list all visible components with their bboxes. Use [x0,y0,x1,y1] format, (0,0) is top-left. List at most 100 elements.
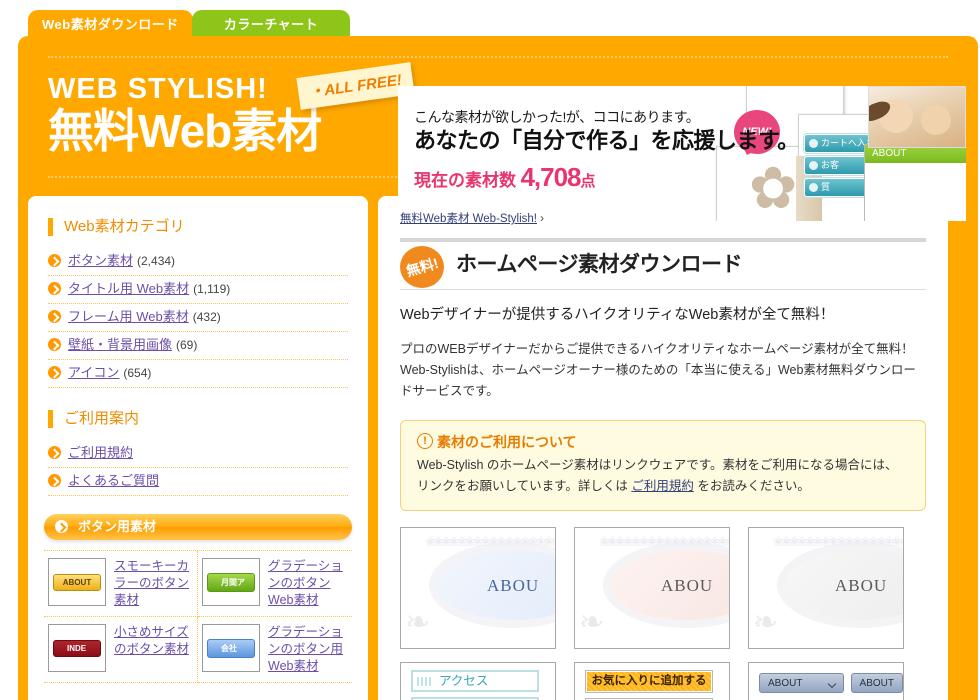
sidebar-item-frames[interactable]: フレーム用 Web素材 (432) [48,304,348,332]
sidebar-button-grid: ABOUT スモーキーカラーのボタン素材 月間ア グラデーションのボタンWeb素… [44,550,352,683]
sidebar-item-wallpapers[interactable]: 壁紙・背景用画像 (69) [48,332,348,360]
sidebar-item-titles[interactable]: タイトル用 Web素材 (1,119) [48,276,348,304]
sidebar-item-count: (432) [192,310,221,324]
sidebar-section-buttons[interactable]: ボタン用素材 [44,514,352,540]
list-item[interactable]: ABOUT スモーキーカラーのボタン素材 [44,551,198,617]
notice-heading-label: 素材のご利用について [437,434,577,450]
main-content: 無料Web素材 Web-Stylish! › 無料! ホームページ素材ダウンロー… [378,196,948,700]
list-item-label[interactable]: 小さめサイズのボタン素材 [114,624,193,658]
free-badge-label: 無料! [404,254,440,280]
list-item[interactable]: 月間ア グラデーションのボタンWeb素材 [198,551,352,617]
material-card[interactable]: ❀❀❀❀❀❀❀❀❀❀❀❀❀❀❀❀❀❀ ❧ ABOU アクセス [400,527,556,700]
cherub-photo [868,86,966,148]
lace-pattern: ❀❀❀❀❀❀❀❀❀❀❀❀❀❀❀❀❀❀ [773,534,904,549]
sidebar-item-label[interactable]: ご利用規約 [68,445,133,460]
thumbnail: 会社 [202,624,260,672]
sidebar-item-icons[interactable]: アイコン (654) [48,360,348,388]
about-button-wide: ABOUT [759,673,844,693]
sidebar-item-count: (654) [123,366,152,380]
arrow-icon [48,338,61,351]
arrow-icon [48,366,61,379]
material-card-grid: ❀❀❀❀❀❀❀❀❀❀❀❀❀❀❀❀❀❀ ❧ ABOU アクセス ❀❀❀❀❀❀❀❀❀… [400,527,926,700]
about-button-row: ABOUT ABOUT [759,670,903,693]
sidebar-heading-guide: ご利用案内 [48,410,368,428]
count-label: 現在の素材数 [414,171,516,190]
list-item[interactable]: INDE 小さめサイズのボタン素材 [44,617,198,683]
swirl-decoration: ❧ [579,606,605,639]
page-root: Web素材ダウンロード カラーチャート WEB STYLISH! 無料Web素材… [0,0,980,700]
sample-button-yellow: ABOUT [53,573,101,591]
sidebar-item-label[interactable]: アイコン [68,365,119,380]
sidebar: Web素材カテゴリ ボタン素材 (2,434) タイトル用 Web素材 (1,119… [28,196,368,700]
material-preview-small[interactable]: お気に入りに追加する [574,662,730,700]
material-preview-large[interactable]: ❀❀❀❀❀❀❀❀❀❀❀❀❀❀❀❀❀❀ ❧ ABOU [748,527,904,649]
list-item-label[interactable]: グラデーションのボタンWeb素材 [268,558,348,609]
thumbnail: INDE [48,624,106,672]
sidebar-item-count: (69) [176,338,198,352]
breadcrumb-link[interactable]: 無料Web素材 Web-Stylish! [400,213,537,225]
swirl-decoration: ❧ [753,606,779,639]
lace-pattern: ❀❀❀❀❀❀❀❀❀❀❀❀❀❀❀❀❀❀ [599,534,730,549]
favorite-button: お気に入りに追加する [585,670,713,693]
sidebar-item-label[interactable]: フレーム用 Web素材 [68,309,189,324]
material-card[interactable]: ❀❀❀❀❀❀❀❀❀❀❀❀❀❀❀❀❀❀ ❧ ABOU ABOUT ABOUT [748,527,904,700]
sidebar-guide-list: ご利用規約 よくあるご質問 [48,440,348,496]
material-card[interactable]: ❀❀❀❀❀❀❀❀❀❀❀❀❀❀❀❀❀❀ ❧ ABOU お気に入りに追加する [574,527,730,700]
sidebar-item-label[interactable]: タイトル用 Web素材 [68,281,189,296]
art-about-card: ABOUT [864,144,966,221]
notice-box: 素材のご利用について Web-Stylish のホームページ素材はリンクウェアで… [400,420,926,511]
oval-label: ABOU [487,576,540,595]
arrow-icon [55,520,68,533]
thumbnail: 月間ア [202,558,260,606]
sidebar-item-label[interactable]: ボタン素材 [68,253,133,268]
arrow-icon [48,310,61,323]
lead-text: Webデザイナーが提供するハイクオリティなWeb素材が全て無料！ [400,307,835,323]
tab-bar: Web素材ダウンロード カラーチャート [0,0,980,40]
list-item-label[interactable]: グラデーションのボタン用Web素材 [268,624,348,675]
material-preview-large[interactable]: ❀❀❀❀❀❀❀❀❀❀❀❀❀❀❀❀❀❀ ❧ ABOU [400,527,556,649]
oval-label: ABOU [661,576,714,595]
lace-pattern: ❀❀❀❀❀❀❀❀❀❀❀❀❀❀❀❀❀❀ [425,534,556,549]
sidebar-category-list: ボタン素材 (2,434) タイトル用 Web素材 (1,119) フレーム用 We… [48,248,348,388]
sample-button-blue: 会社 [207,638,255,658]
hero-line-2: あなたの「自分で作る」を応援します。 [414,128,799,153]
sidebar-item-label[interactable]: よくあるご質問 [68,473,159,488]
sample-button-red: INDE [53,639,101,657]
material-preview-small[interactable]: アクセス [400,662,556,700]
sidebar-item-label[interactable]: 壁紙・背景用画像 [68,337,172,352]
page-heading-wrap: 無料! ホームページ素材ダウンロード [400,242,926,290]
hero-material-count: 現在の素材数 4,708点 [414,162,799,193]
list-item-label[interactable]: スモーキーカラーのボタン素材 [114,558,193,609]
sidebar-item-faq[interactable]: よくあるご質問 [48,468,348,496]
arrow-icon [48,282,61,295]
notice-body-after: をお読みください。 [693,479,810,493]
dotted-divider-top [48,56,948,58]
sidebar-item-buttons[interactable]: ボタン素材 (2,434) [48,248,348,276]
hero-line-1: こんな素材が欲しかった!が、ココにあります。 [414,109,700,125]
notice-terms-link[interactable]: ご利用規約 [631,479,694,493]
sidebar-item-terms[interactable]: ご利用規約 [48,440,348,468]
site-logo[interactable]: WEB STYLISH! 無料Web素材 ・ALL FREE! [48,62,415,180]
sample-button-green: 月間ア [207,572,255,592]
material-preview-small[interactable]: ABOUT ABOUT [748,662,904,700]
notice-heading: 素材のご利用について [417,431,909,452]
sidebar-section-label: ボタン用素材 [78,519,157,534]
list-item[interactable]: 会社 グラデーションのボタン用Web素材 [198,617,352,683]
warning-icon [417,431,433,451]
logo-japanese: 無料Web素材 [48,105,322,157]
sidebar-item-count: (1,119) [193,282,231,296]
swirl-decoration: ❧ [405,606,431,639]
arrow-icon [48,254,61,267]
arrow-icon [48,474,61,487]
breadcrumb-separator: › [540,213,545,225]
material-preview-large[interactable]: ❀❀❀❀❀❀❀❀❀❀❀❀❀❀❀❀❀❀ ❧ ABOU [574,527,730,649]
thumbnail: ABOUT [48,558,106,606]
body-paragraph: プロのWEBデザイナーだからご提供できるハイクオリティなホームページ素材が全て無… [400,342,916,398]
arrow-icon [48,446,61,459]
about-button-narrow: ABOUT [850,673,903,693]
sidebar-heading-categories: Web素材カテゴリ [48,218,368,236]
sidebar-item-count: (2,434) [137,254,176,268]
oval-label: ABOU [835,576,888,595]
count-unit: 点 [580,173,596,190]
notice-body: Web-Stylish のホームページ素材はリンクウェアです。素材をご利用になる… [417,455,909,497]
